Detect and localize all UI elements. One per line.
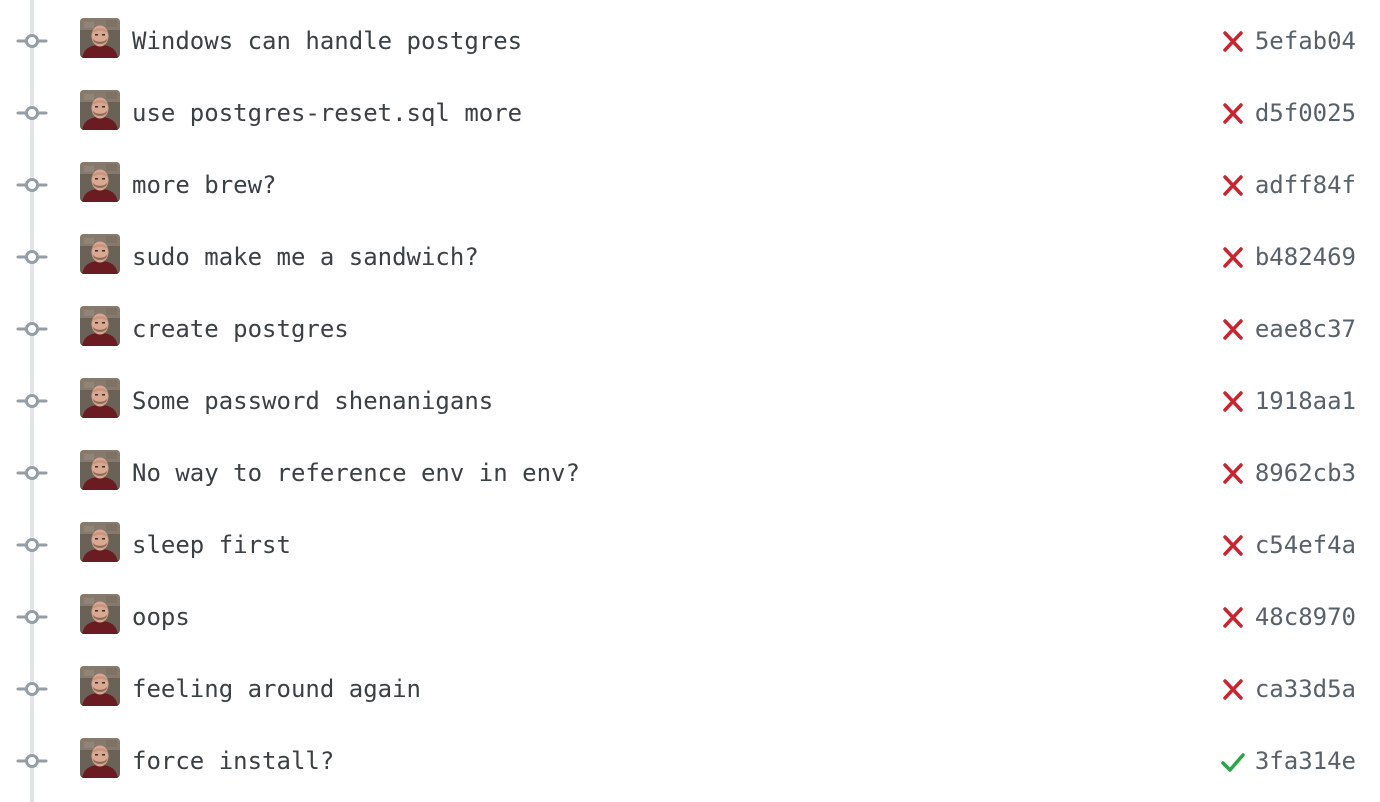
author-avatar[interactable] <box>80 738 120 778</box>
git-commit-icon <box>16 463 48 483</box>
commit-row: Some password shenanigans 1918aa1 <box>0 366 1380 438</box>
commit-message[interactable]: sudo make me a sandwich? <box>132 241 479 273</box>
git-commit-icon <box>16 103 48 123</box>
commit-sha[interactable]: 1918aa1 <box>1255 385 1356 417</box>
commit-row: force install? 3fa314e <box>0 726 1380 798</box>
author-avatar[interactable] <box>80 306 120 346</box>
commit-list: Windows can handle postgres 5efab04 use … <box>0 6 1380 798</box>
x-icon[interactable] <box>1220 246 1246 270</box>
check-icon[interactable] <box>1220 750 1246 774</box>
git-commit-icon <box>16 751 48 771</box>
commit-row: sudo make me a sandwich? b482469 <box>0 222 1380 294</box>
commit-sha[interactable]: c54ef4a <box>1255 529 1356 561</box>
commit-sha[interactable]: ca33d5a <box>1255 673 1356 705</box>
git-commit-icon <box>16 175 48 195</box>
author-avatar[interactable] <box>80 18 120 58</box>
git-commit-icon <box>16 679 48 699</box>
x-icon[interactable] <box>1220 102 1246 126</box>
commit-sha[interactable]: 3fa314e <box>1255 745 1356 777</box>
git-commit-icon <box>16 31 48 51</box>
commit-row: create postgres eae8c37 <box>0 294 1380 366</box>
commit-row: sleep first c54ef4a <box>0 510 1380 582</box>
author-avatar[interactable] <box>80 522 120 562</box>
x-icon[interactable] <box>1220 606 1246 630</box>
author-avatar[interactable] <box>80 234 120 274</box>
x-icon[interactable] <box>1220 462 1246 486</box>
git-commit-icon <box>16 535 48 555</box>
author-avatar[interactable] <box>80 90 120 130</box>
commit-sha[interactable]: adff84f <box>1255 169 1356 201</box>
commit-message[interactable]: force install? <box>132 745 334 777</box>
commit-row: oops 48c8970 <box>0 582 1380 654</box>
git-commit-icon <box>16 607 48 627</box>
commit-message[interactable]: create postgres <box>132 313 349 345</box>
author-avatar[interactable] <box>80 666 120 706</box>
x-icon[interactable] <box>1220 678 1246 702</box>
commit-sha[interactable]: 8962cb3 <box>1255 457 1356 489</box>
commit-row: Windows can handle postgres 5efab04 <box>0 6 1380 78</box>
commit-sha[interactable]: 5efab04 <box>1255 25 1356 57</box>
x-icon[interactable] <box>1220 390 1246 414</box>
commit-message[interactable]: Windows can handle postgres <box>132 25 522 57</box>
commit-sha[interactable]: d5f0025 <box>1255 97 1356 129</box>
commit-row: more brew? adff84f <box>0 150 1380 222</box>
commit-message[interactable]: oops <box>132 601 190 633</box>
commit-message[interactable]: use postgres-reset.sql more <box>132 97 522 129</box>
commit-message[interactable]: No way to reference env in env? <box>132 457 580 489</box>
commit-sha[interactable]: b482469 <box>1255 241 1356 273</box>
author-avatar[interactable] <box>80 594 120 634</box>
commit-message[interactable]: Some password shenanigans <box>132 385 493 417</box>
commit-sha[interactable]: eae8c37 <box>1255 313 1356 345</box>
commit-message[interactable]: more brew? <box>132 169 277 201</box>
x-icon[interactable] <box>1220 30 1246 54</box>
git-commit-icon <box>16 319 48 339</box>
commit-message[interactable]: sleep first <box>132 529 291 561</box>
commit-row: No way to reference env in env? 8962cb3 <box>0 438 1380 510</box>
commit-sha[interactable]: 48c8970 <box>1255 601 1356 633</box>
commit-row: feeling around again ca33d5a <box>0 654 1380 726</box>
author-avatar[interactable] <box>80 162 120 202</box>
author-avatar[interactable] <box>80 450 120 490</box>
x-icon[interactable] <box>1220 318 1246 342</box>
author-avatar[interactable] <box>80 378 120 418</box>
commit-row: use postgres-reset.sql more d5f0025 <box>0 78 1380 150</box>
commit-message[interactable]: feeling around again <box>132 673 421 705</box>
git-commit-icon <box>16 247 48 267</box>
git-commit-icon <box>16 391 48 411</box>
x-icon[interactable] <box>1220 534 1246 558</box>
x-icon[interactable] <box>1220 174 1246 198</box>
